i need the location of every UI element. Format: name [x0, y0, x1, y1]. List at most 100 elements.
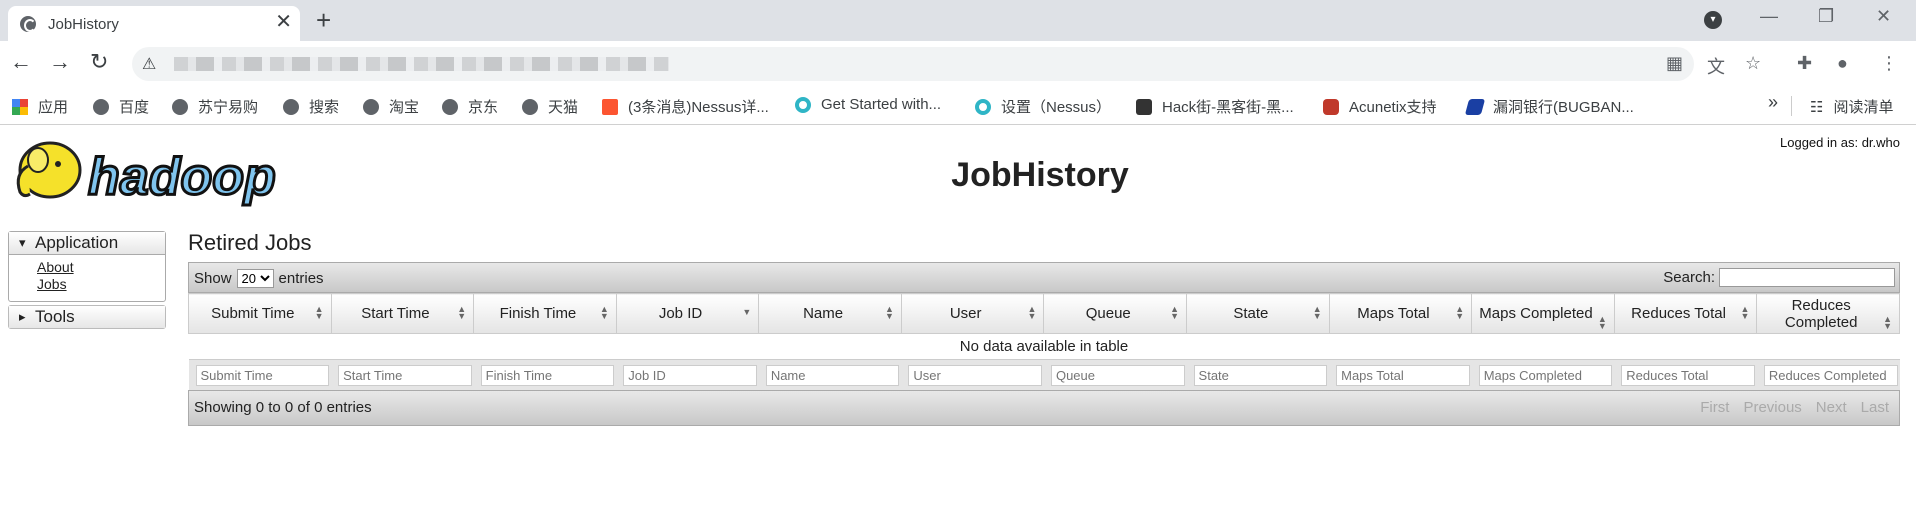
profile-icon[interactable]: ● — [1837, 53, 1848, 74]
column-header[interactable]: User ▲ ▼ — [900, 293, 1045, 334]
hacker-icon — [1136, 98, 1152, 115]
column-header[interactable]: Queue ▲ ▼ — [1043, 293, 1188, 334]
not-secure-icon[interactable]: ⚠ — [142, 54, 156, 74]
entries-label: entries — [278, 270, 324, 287]
sort-icon: ▲ ▼ — [1455, 304, 1465, 321]
search-input[interactable] — [1719, 268, 1895, 287]
next-page-button[interactable]: Next — [1816, 399, 1847, 416]
globe-icon — [442, 98, 458, 115]
reload-icon[interactable]: ↻ — [90, 49, 108, 75]
table-header-bar: Show 20 entries Search: — [188, 262, 1900, 293]
filter-input[interactable] — [1193, 364, 1328, 386]
globe-icon — [283, 98, 299, 115]
redacted-url — [174, 57, 669, 71]
restore-button[interactable]: ❐ — [1818, 6, 1834, 27]
filter-input[interactable] — [908, 364, 1042, 386]
bookmark-item[interactable]: Get Started with... — [795, 96, 941, 113]
column-header[interactable]: Reduces Total ▲ ▼ — [1613, 293, 1758, 334]
sort-icon: ▲ ▼ — [1597, 314, 1607, 331]
tab-strip: JobHistory ✕ + ▾ — ❐ ✕ — [0, 0, 1916, 41]
tools-section: Tools — [8, 305, 166, 329]
application-section: Application About Jobs — [8, 231, 166, 302]
tab-title: JobHistory — [48, 16, 119, 33]
pagination: First Previous Next Last — [1700, 399, 1889, 416]
filter-input[interactable] — [1336, 364, 1470, 386]
column-header[interactable]: Maps Total ▲ ▼ — [1328, 293, 1473, 334]
tab-jobhistory[interactable]: JobHistory ✕ — [8, 6, 300, 41]
sort-icon: ▲ ▼ — [884, 304, 894, 321]
previous-page-button[interactable]: Previous — [1743, 399, 1801, 416]
forward-icon[interactable]: → — [49, 49, 71, 75]
bookmark-item[interactable]: Hack街-黑客街-黑... — [1136, 96, 1294, 117]
bookmark-item[interactable]: 淘宝 — [363, 96, 419, 117]
bookmark-item[interactable]: (3条消息)Nessus详... — [602, 96, 769, 117]
menu-icon[interactable]: ⋮ — [1880, 53, 1898, 74]
address-bar[interactable]: ⚠ — [132, 47, 1694, 81]
reading-list[interactable]: ☷ 阅读清单 — [1810, 96, 1893, 117]
about-link[interactable]: About — [37, 259, 165, 276]
empty-message: No data available in table — [959, 338, 1129, 355]
translate-icon[interactable]: 文 — [1707, 53, 1725, 79]
bookmark-item[interactable]: 京东 — [442, 96, 498, 117]
column-header[interactable]: Submit Time ▲ ▼ — [188, 293, 332, 334]
back-icon[interactable]: ← — [10, 49, 32, 75]
bookmark-item[interactable]: 搜索 — [283, 96, 339, 117]
minimize-button[interactable]: — — [1760, 6, 1778, 27]
filter-input[interactable] — [765, 364, 900, 386]
column-header[interactable]: Name ▲ ▼ — [758, 293, 902, 334]
bookmark-item[interactable]: 漏洞银行(BUGBAN... — [1464, 96, 1634, 117]
bookmark-item[interactable]: 苏宁易购 — [172, 96, 258, 117]
tab-close-icon[interactable]: ✕ — [275, 12, 292, 32]
sort-icon: ▲ ▼ — [1740, 304, 1750, 321]
column-header[interactable]: Reduces Completed ▲ ▼ — [1756, 293, 1900, 334]
bookmark-item[interactable]: 百度 — [93, 96, 149, 117]
filter-input[interactable] — [623, 364, 757, 386]
filter-input[interactable] — [1478, 364, 1613, 386]
bookmarks-bar: 应用 百度 苏宁易购 搜索 淘宝 京东 天猫 (3条消息)Nessus详... … — [0, 87, 1916, 125]
star-icon[interactable]: ☆ — [1745, 53, 1761, 74]
reading-list-icon: ☷ — [1810, 98, 1824, 116]
sort-desc-icon: ▼ — [742, 307, 752, 317]
application-header[interactable]: Application — [9, 232, 165, 254]
filter-input[interactable] — [1050, 364, 1185, 386]
column-header[interactable]: Job ID ▼ — [615, 293, 760, 334]
section-heading: Retired Jobs — [188, 230, 312, 255]
bookmark-item[interactable]: 设置（Nessus） — [975, 96, 1111, 117]
sort-icon: ▲ ▼ — [314, 304, 324, 321]
main-content: Retired Jobs Show 20 entries Search: Sub… — [188, 230, 1900, 426]
column-header[interactable]: Finish Time ▲ ▼ — [473, 293, 617, 334]
qr-icon[interactable]: ▦ — [1666, 53, 1683, 74]
nessus-icon — [795, 96, 811, 113]
tab-search-icon[interactable]: ▾ — [1704, 11, 1722, 29]
globe-icon — [172, 98, 188, 115]
first-page-button[interactable]: First — [1700, 399, 1729, 416]
logged-in-label: Logged in as: dr.who — [1780, 135, 1900, 150]
page-size-select[interactable]: 20 — [236, 269, 274, 288]
tools-header[interactable]: Tools — [9, 306, 165, 328]
new-tab-button[interactable]: + — [316, 5, 331, 36]
bookmark-apps[interactable]: 应用 — [12, 96, 68, 117]
sort-icon: ▲ ▼ — [1027, 304, 1037, 321]
bookmarks-overflow-icon[interactable]: » — [1768, 92, 1778, 113]
filter-input[interactable] — [1621, 364, 1755, 386]
window-close-button[interactable]: ✕ — [1876, 6, 1891, 27]
column-header[interactable]: Maps Completed ▲ ▼ — [1471, 293, 1615, 334]
last-page-button[interactable]: Last — [1861, 399, 1889, 416]
search-label: Search: — [1663, 269, 1715, 286]
bookmark-item[interactable]: Acunetix支持 — [1323, 96, 1437, 117]
filter-input[interactable] — [1763, 364, 1898, 386]
filter-input[interactable] — [480, 364, 615, 386]
show-label: Show — [194, 270, 232, 287]
bookmark-item[interactable]: 天猫 — [522, 96, 578, 117]
jobs-link[interactable]: Jobs — [37, 276, 165, 293]
column-header[interactable]: State ▲ ▼ — [1186, 293, 1330, 334]
sort-icon: ▲ ▼ — [599, 304, 609, 321]
divider — [1791, 96, 1792, 116]
extensions-icon[interactable]: ✚ — [1797, 53, 1812, 74]
filter-input[interactable] — [195, 364, 330, 386]
sort-icon: ▲ ▼ — [1170, 304, 1180, 321]
globe-icon — [363, 98, 379, 115]
sort-icon: ▲ ▼ — [1312, 304, 1322, 321]
column-header[interactable]: Start Time ▲ ▼ — [330, 293, 475, 334]
filter-input[interactable] — [338, 364, 472, 386]
